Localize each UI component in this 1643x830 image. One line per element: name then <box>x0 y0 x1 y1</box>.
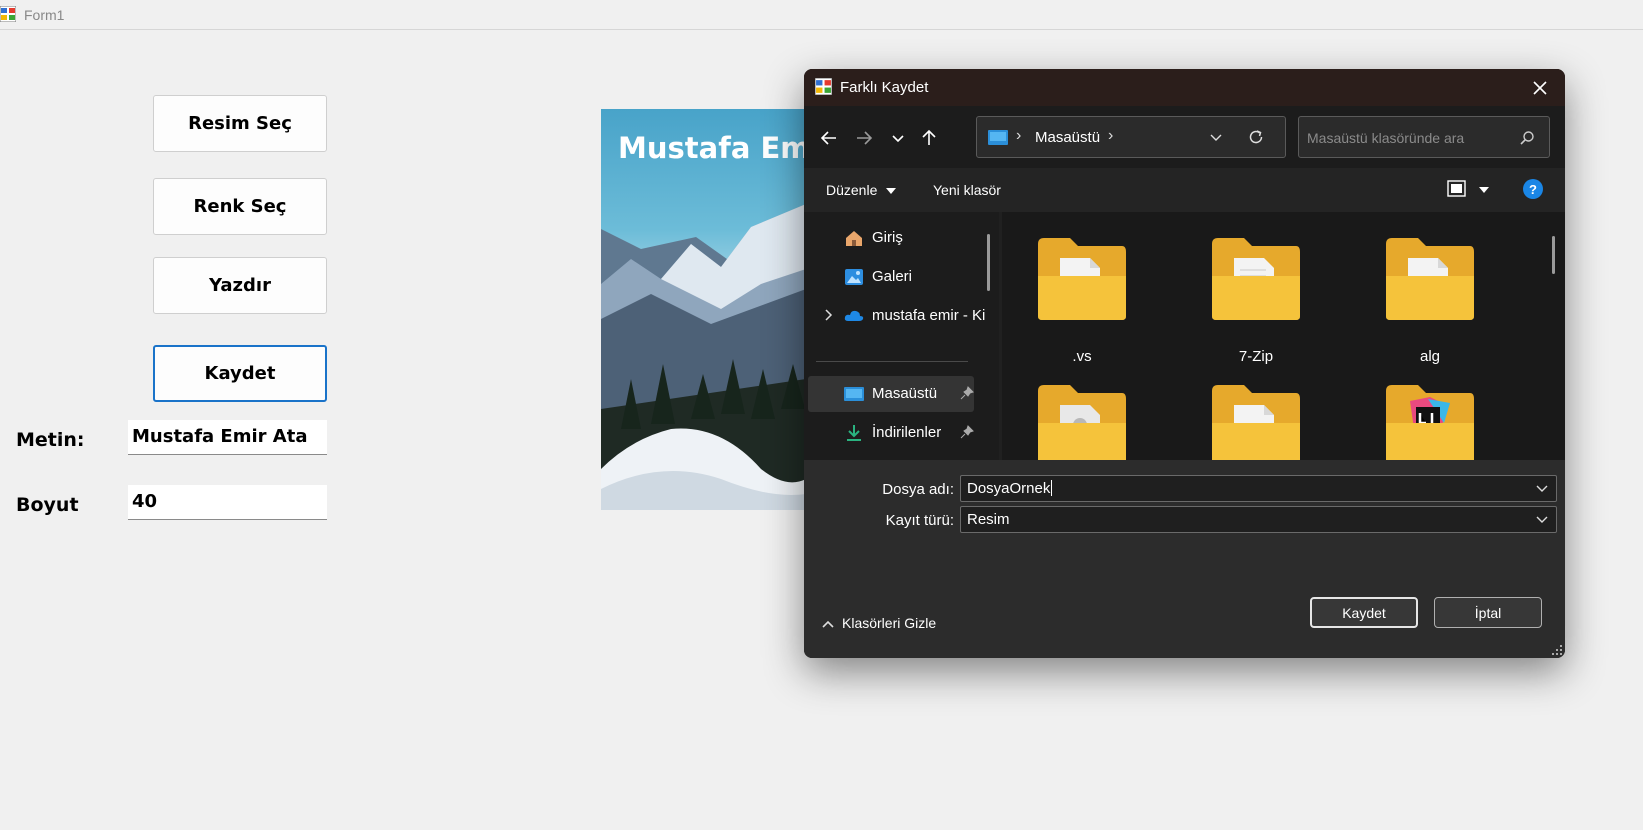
search-placeholder: Masaüstü klasöründe ara <box>1307 130 1465 146</box>
dialog-titlebar: Farklı Kaydet <box>804 69 1565 106</box>
form-title: Form1 <box>24 7 65 23</box>
file-type-label: Kayıt türü: <box>885 512 954 529</box>
dialog-save-button[interactable]: Kaydet <box>1310 597 1418 628</box>
nav-item-label: İndirilenler <box>872 424 942 441</box>
nav-item-label: Masaüstü <box>872 385 938 402</box>
dialog-cancel-button[interactable]: İptal <box>1434 597 1542 628</box>
dialog-title: Farklı Kaydet <box>840 79 929 96</box>
print-button[interactable]: Yazdır <box>153 257 327 314</box>
desktop-icon <box>844 387 864 401</box>
organize-label: Düzenle <box>826 182 878 198</box>
address-bar[interactable]: › Masaüstü › <box>976 116 1286 158</box>
text-label: Metin: <box>16 429 85 451</box>
folder-icon <box>1038 385 1126 460</box>
file-type-select[interactable]: Resim <box>960 506 1557 533</box>
hide-folders-label: Klasörleri Gizle <box>842 615 937 631</box>
organize-dropdown-icon <box>886 188 897 194</box>
folder-item[interactable] <box>1022 383 1142 460</box>
size-label: Boyut <box>16 494 79 516</box>
form-titlebar: Form1 <box>0 0 1643 30</box>
file-type-value: Resim <box>967 511 1010 528</box>
recent-locations-chevron-icon[interactable] <box>885 125 911 151</box>
home-icon <box>846 231 862 246</box>
folder-name: alg <box>1419 348 1441 365</box>
folder-name: .vs <box>1072 348 1092 365</box>
back-arrow-icon[interactable] <box>816 125 842 151</box>
choose-color-button[interactable]: Renk Seç <box>153 178 327 235</box>
folder-name: 7-Zip <box>1238 348 1274 365</box>
folder-item[interactable]: .vs <box>1022 236 1142 376</box>
mountain-landscape-image <box>601 204 806 510</box>
file-type-dropdown-icon[interactable] <box>1535 512 1549 526</box>
forward-arrow-icon[interactable] <box>851 125 877 151</box>
file-name-label: Dosya adı: <box>882 481 954 498</box>
size-input[interactable]: 40 <box>128 485 327 520</box>
dialog-toolbar: › Masaüstü › Masaüstü klasöründe ara <box>804 106 1565 168</box>
file-name-field[interactable]: DosyaOrnek <box>960 475 1557 502</box>
nav-item-desktop[interactable]: Masaüstü <box>808 376 974 412</box>
refresh-icon[interactable] <box>1247 128 1265 146</box>
onedrive-cloud-icon <box>844 310 864 321</box>
download-icon <box>847 425 861 441</box>
help-icon[interactable]: ? <box>1523 179 1543 199</box>
nav-item-gallery[interactable]: Galeri <box>808 259 974 295</box>
view-dropdown-icon <box>1479 187 1490 193</box>
breadcrumb-separator: › <box>1016 127 1022 144</box>
hide-folders-toggle[interactable]: Klasörleri Gizle <box>822 615 936 631</box>
nav-item-label: Giriş <box>872 229 903 246</box>
resize-grip-icon[interactable] <box>1551 644 1563 656</box>
file-view-scrollbar[interactable] <box>1552 236 1555 274</box>
expand-chevron-icon[interactable] <box>824 308 834 322</box>
nav-item-home[interactable]: Giriş <box>808 220 974 256</box>
pin-icon[interactable] <box>960 425 974 439</box>
up-arrow-icon[interactable] <box>916 125 942 151</box>
nav-scrollbar[interactable] <box>987 234 990 291</box>
folder-icon <box>1386 238 1474 320</box>
address-dropdown-icon[interactable] <box>1209 130 1223 144</box>
nav-divider <box>816 361 968 362</box>
navigation-pane: Giriş Galeri mustafa emir - Ki Masaüstü <box>804 212 999 460</box>
folder-icon <box>1038 238 1126 320</box>
nav-item-downloads[interactable]: İndirilenler <box>808 415 974 451</box>
save-button[interactable]: Kaydet <box>153 345 327 402</box>
save-as-dialog: Farklı Kaydet › Masaüstü › Masaüstü klas… <box>804 69 1565 658</box>
new-folder-button[interactable]: Yeni klasör <box>933 182 1001 198</box>
nav-item-onedrive[interactable]: mustafa emir - Ki <box>808 298 985 334</box>
view-options-button[interactable] <box>1447 180 1490 203</box>
picture-overlay-text: Mustafa Emir <box>618 131 806 165</box>
folder-item[interactable] <box>1196 383 1316 460</box>
text-caret <box>1051 480 1053 496</box>
file-view: .vs 7-Zip alg <box>1002 212 1565 460</box>
breadcrumb-desktop[interactable]: Masaüstü <box>1035 129 1100 146</box>
view-layout-icon <box>1447 180 1466 197</box>
search-box[interactable]: Masaüstü klasöründe ara <box>1298 116 1550 158</box>
command-bar: Düzenle Yeni klasör ? <box>804 168 1565 212</box>
folder-icon <box>1212 238 1300 320</box>
folder-item[interactable]: alg <box>1370 236 1490 376</box>
organize-menu[interactable]: Düzenle <box>826 182 897 198</box>
form-app-icon <box>0 6 16 22</box>
chevron-up-icon <box>822 620 834 628</box>
choose-image-button[interactable]: Resim Seç <box>153 95 327 152</box>
close-icon[interactable] <box>1529 77 1551 99</box>
breadcrumb-separator-2[interactable]: › <box>1108 127 1113 145</box>
folder-icon <box>1212 385 1300 460</box>
picture-box: Mustafa Emir <box>601 109 806 510</box>
file-name-dropdown-icon[interactable] <box>1535 481 1549 495</box>
pin-icon[interactable] <box>960 386 974 400</box>
desktop-icon <box>988 130 1008 145</box>
file-name-value: DosyaOrnek <box>967 480 1051 497</box>
nav-item-label: Galeri <box>872 268 913 285</box>
folder-item[interactable] <box>1370 383 1490 460</box>
search-icon <box>1520 131 1534 145</box>
folder-item[interactable]: 7-Zip <box>1196 236 1316 376</box>
folder-icon <box>1386 385 1474 460</box>
nav-item-label: mustafa emir - Ki <box>872 307 986 324</box>
dialog-bottom-panel: Dosya adı: DosyaOrnek Kayıt türü: Resim … <box>804 460 1565 658</box>
dialog-app-icon <box>815 78 832 95</box>
gallery-icon <box>845 269 863 285</box>
text-input[interactable]: Mustafa Emir Ata <box>128 420 327 455</box>
